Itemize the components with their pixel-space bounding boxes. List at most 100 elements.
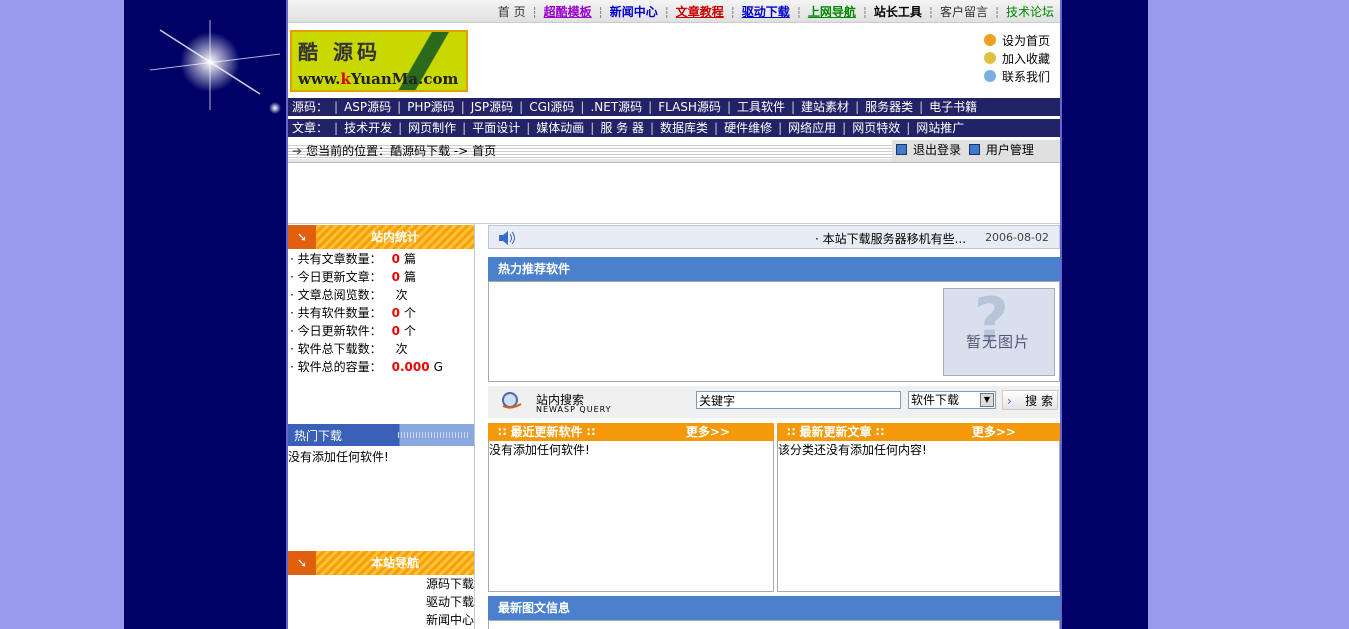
news-link[interactable]: · 本站下载服务器移机有些... (815, 230, 966, 247)
site-search: 站内搜索 NEWASP QUERY 软件下载▼ ›搜 索 (488, 386, 1060, 418)
bar-separator: | (855, 100, 860, 114)
more-articles-link[interactable]: 更多>> (972, 423, 1016, 441)
category-link[interactable]: ASP源码 (340, 100, 395, 114)
bar-separator: | (462, 121, 467, 135)
bar-separator: | (397, 100, 402, 114)
nav-separator: ┆ (795, 8, 802, 19)
arrow-icon: › (1007, 394, 1012, 408)
dropdown-arrow-icon[interactable]: ▼ (980, 393, 994, 407)
topnav-link[interactable]: 新闻中心 (604, 5, 664, 19)
category-link[interactable]: 网页制作 (404, 121, 460, 135)
hot-downloads-empty: 没有添加任何软件! (288, 450, 389, 464)
topnav-link[interactable]: 站长工具 (868, 5, 928, 19)
site-nav-list: 源码下载 驱动下载 新闻中心 (288, 575, 474, 629)
quick-link[interactable]: 设为首页 (983, 32, 1050, 50)
category-link[interactable]: 网页特效 (848, 121, 904, 135)
banner-area (288, 163, 1060, 224)
user-admin-link[interactable]: 用户管理 (986, 143, 1034, 157)
bar-separator: | (334, 121, 339, 135)
category-link[interactable]: JSP源码 (467, 100, 517, 114)
stat-row: · 共有文章数量： 0 篇 (290, 252, 417, 266)
stats-header: ➘ 站内统计 (288, 225, 474, 249)
quick-link-icon (983, 70, 996, 82)
site-nav-link[interactable]: 新闻中心 (288, 611, 474, 629)
category-link[interactable]: .NET源码 (586, 100, 646, 114)
topnav-link[interactable]: 超酷模板 (538, 5, 598, 19)
article-category-bar: 文章： | 技术开发 | 网页制作 | 平面设计 | 媒体动画 | 服 务 器 | 数据库类 | 硬件维修 |… (288, 119, 1060, 137)
speaker-icon (499, 231, 515, 245)
latest-software-panel: 没有添加任何软件! (488, 441, 774, 592)
bar-separator: | (648, 100, 653, 114)
bar-title: 文章： (292, 121, 329, 135)
bar-separator: | (714, 121, 719, 135)
category-link[interactable]: 电子书籍 (925, 100, 981, 114)
nav-separator: ┆ (597, 8, 604, 19)
site-nav-link[interactable]: 驱动下载 (288, 593, 474, 611)
site-logo[interactable]: 酷 源码 www.kYuanMa.com (290, 30, 468, 92)
left-column-divider (474, 224, 475, 629)
category-link[interactable]: 媒体动画 (532, 121, 588, 135)
stat-row: · 今日更新软件： 0 个 (290, 324, 417, 338)
news-ticker: · 本站下载服务器移机有些... 2006-08-02 (488, 225, 1060, 249)
bar-separator: | (791, 100, 796, 114)
page-container: 首 页 ┆ 超酷模板 ┆ 新闻中心 ┆ 文章教程 ┆ 驱动下载 ┆ 上网导航 ┆ 站长工具 ┆ 客户留言 ┆ 技… (286, 0, 1062, 629)
stat-row: · 共有软件数量： 0 个 (290, 306, 417, 320)
category-link[interactable]: 硬件维修 (720, 121, 776, 135)
category-link[interactable]: 服 务 器 (596, 121, 648, 135)
quick-link[interactable]: 加入收藏 (983, 50, 1050, 68)
search-button[interactable]: › 搜 索 (1002, 390, 1058, 410)
search-category-select[interactable]: 软件下载 ▼ (908, 391, 996, 409)
category-link[interactable]: PHP源码 (403, 100, 459, 114)
bar-separator: | (460, 100, 465, 114)
category-link[interactable]: 网站推广 (912, 121, 968, 135)
stat-value: 0.000 (391, 360, 430, 374)
bar-separator: | (649, 121, 654, 135)
nav-separator: ┆ (861, 8, 868, 19)
stat-value: 0 (391, 324, 400, 338)
sparkle-decoration (149, 20, 281, 114)
category-link[interactable]: 平面设计 (468, 121, 524, 135)
topnav-link[interactable]: 上网导航 (802, 5, 862, 19)
source-category-bar: 源码： | ASP源码 | PHP源码 | JSP源码 | CGI源码 | .NET源码 | FLASH… (288, 98, 1060, 116)
site-nav-header: ➘ 本站导航 (288, 551, 474, 575)
category-link[interactable]: 工具软件 (733, 100, 789, 114)
latest-software-header: ∷ 最近更新软件 ∷ 更多>> (488, 423, 774, 441)
more-software-link[interactable]: 更多>> (686, 423, 730, 441)
stat-row: · 软件总下载数：次 (290, 342, 408, 356)
category-link[interactable]: CGI源码 (525, 100, 578, 114)
topnav-link[interactable]: 技术论坛 (1000, 5, 1060, 19)
category-link[interactable]: 技术开发 (340, 121, 396, 135)
nav-separator: ┆ (531, 8, 538, 19)
quick-link-icon (983, 34, 996, 46)
category-link[interactable]: FLASH源码 (654, 100, 725, 114)
arrow-down-icon: ➘ (288, 551, 316, 575)
top-navigation: 首 页 ┆ 超酷模板 ┆ 新闻中心 ┆ 文章教程 ┆ 驱动下载 ┆ 上网导航 ┆ 站长工具 ┆ 客户留言 ┆ 技… (288, 0, 1060, 23)
news-date: 2006-08-02 (985, 231, 1049, 244)
stat-value: 0 (391, 252, 400, 266)
no-image-placeholder[interactable]: ? 暂无图片 (943, 285, 1055, 376)
category-link[interactable]: 网络应用 (784, 121, 840, 135)
topnav-link[interactable]: 客户留言 (934, 5, 994, 19)
quick-link-icon (983, 52, 996, 64)
logout-link[interactable]: 退出登录 (913, 143, 961, 157)
topnav-link[interactable]: 首 页 (492, 5, 532, 19)
search-input[interactable] (696, 391, 901, 409)
arrow-icon: ➔ (292, 144, 303, 158)
topnav-link[interactable]: 文章教程 (670, 5, 730, 19)
bar-separator: | (919, 100, 924, 114)
stat-row: · 软件总的容量： 0.000 G (290, 360, 443, 374)
site-nav-link[interactable]: 源码下载 (288, 575, 474, 593)
category-link[interactable]: 建站素材 (797, 100, 853, 114)
topnav-link[interactable]: 驱动下载 (736, 5, 796, 19)
bar-separator: | (778, 121, 783, 135)
magnifier-icon (502, 392, 522, 409)
quick-links: 设为首页 加入收藏 联系我们 (983, 32, 1050, 86)
quick-link[interactable]: 联系我们 (983, 68, 1050, 86)
bar-title: 源码： (292, 100, 329, 114)
category-link[interactable]: 服务器类 (861, 100, 917, 114)
breadcrumb: ➔ 您当前的位置：酷源码下载 -> 首页 (292, 144, 497, 158)
category-link[interactable]: 数据库类 (656, 121, 712, 135)
stat-row: · 文章总阅览数：次 (290, 288, 408, 302)
stat-value: 0 (391, 270, 400, 284)
bar-separator: | (334, 100, 339, 114)
